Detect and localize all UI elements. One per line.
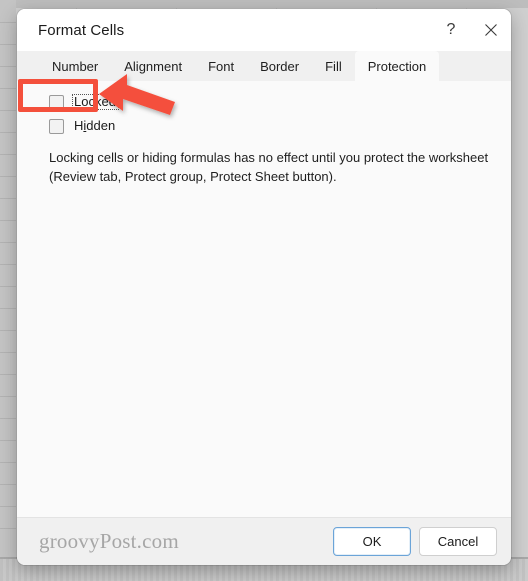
locked-checkbox[interactable] [49, 94, 64, 110]
format-cells-dialog: Format Cells ? Number Alignment Font Bor… [17, 9, 511, 565]
hidden-checkbox-row[interactable]: Hidden [49, 115, 491, 137]
tab-number-label: Number [52, 58, 99, 74]
ok-button[interactable]: OK [333, 527, 411, 556]
tab-border[interactable]: Border [247, 51, 312, 81]
tab-protection[interactable]: Protection [354, 51, 440, 81]
locked-label: Locked [72, 93, 119, 111]
locked-rest: ocked [81, 93, 116, 109]
titlebar-buttons: ? [431, 9, 511, 51]
locked-checkbox-row[interactable]: Locked [49, 91, 491, 113]
hidden-rest: dden [86, 117, 116, 133]
hidden-label: Hidden [72, 118, 118, 135]
protection-panel: Locked Hidden Locking cells or hiding fo… [17, 81, 511, 517]
hidden-accel-prefix: H [74, 117, 84, 133]
tab-alignment[interactable]: Alignment [111, 51, 195, 81]
page-title: Format Cells [38, 21, 125, 39]
protection-description: Locking cells or hiding formulas has no … [49, 150, 489, 184]
tab-number[interactable]: Number [39, 51, 111, 81]
watermark: groovyPost.com [39, 529, 179, 553]
help-glyph: ? [446, 21, 456, 38]
tab-fill[interactable]: Fill [312, 51, 355, 81]
tab-font[interactable]: Font [195, 51, 247, 81]
cancel-button-label: Cancel [437, 534, 479, 549]
tab-alignment-label: Alignment [124, 58, 183, 74]
close-icon[interactable] [471, 9, 511, 51]
tab-font-label: Font [208, 58, 235, 74]
tab-protection-label: Protection [367, 58, 427, 74]
help-icon[interactable]: ? [431, 9, 471, 51]
tab-border-label: Border [260, 58, 300, 74]
dialog-titlebar: Format Cells ? [17, 9, 511, 51]
ok-button-label: OK [362, 534, 382, 549]
hidden-checkbox[interactable] [49, 118, 64, 134]
tab-fill-label: Fill [325, 58, 342, 74]
dialog-tabs: Number Alignment Font Border Fill Protec… [17, 51, 511, 81]
column-header-strip [0, 0, 528, 8]
cancel-button[interactable]: Cancel [419, 527, 497, 556]
dialog-footer: groovyPost.com OK Cancel [17, 517, 511, 565]
row-header-strip [0, 0, 16, 581]
